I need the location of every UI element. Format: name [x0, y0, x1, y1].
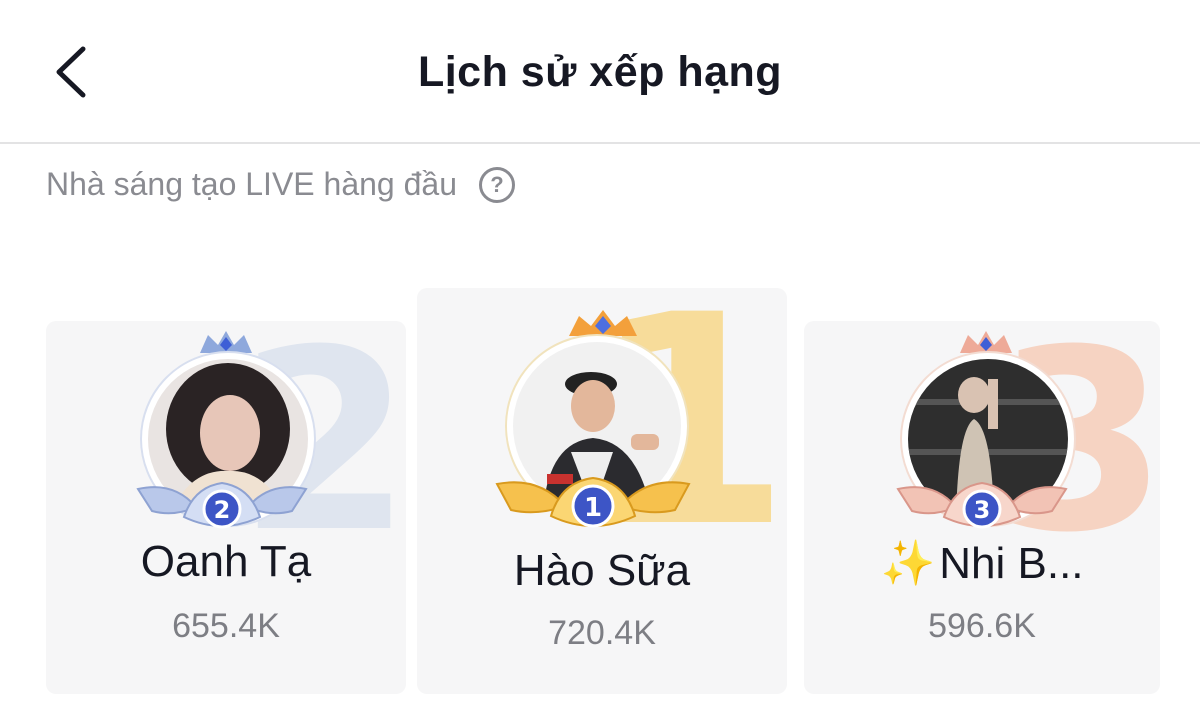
creator-name: Oanh Tạ [140, 537, 312, 586]
sparkles-icon: ✨ [880, 539, 936, 588]
rank-1-badge-icon: 1 [495, 476, 691, 528]
svg-text:1: 1 [584, 493, 602, 523]
creator-score: 655.4K [172, 607, 280, 645]
page-title: Lịch sử xếp hạng [417, 48, 783, 96]
svg-text:3: 3 [974, 496, 991, 524]
podium-card-rank-1[interactable]: 1 1 Hào Sữa 720.4K [417, 288, 787, 694]
section-title: Nhà sáng tạo LIVE hàng đầu [46, 166, 457, 202]
avatar-frame: 1 [495, 308, 691, 538]
avatar-frame: 2 [136, 329, 314, 529]
crown-icon [569, 310, 637, 336]
avatar-frame: 3 [896, 329, 1076, 529]
rank-3-badge-icon: 3 [896, 481, 1068, 529]
creator-score: 596.6K [928, 607, 1036, 645]
podium-card-rank-3[interactable]: 3 3 ✨Nhi B... 596.6K [804, 321, 1160, 694]
creator-name-text: Nhi B... [939, 539, 1084, 588]
svg-text:2: 2 [214, 496, 231, 524]
creator-name: ✨Nhi B... [804, 537, 1160, 589]
creator-name: Hào Sữa [513, 546, 691, 595]
podium-card-rank-2[interactable]: 2 2 Oanh Tạ 655.4K [46, 321, 406, 694]
creator-score: 720.4K [548, 614, 656, 652]
crown-icon [200, 331, 252, 353]
section-header: Nhà sáng tạo LIVE hàng đầu ? [46, 166, 515, 203]
top-bar: Lịch sử xếp hạng [0, 0, 1200, 144]
help-icon[interactable]: ? [478, 166, 515, 203]
rank-2-badge-icon: 2 [136, 481, 308, 529]
crown-icon [960, 331, 1012, 353]
